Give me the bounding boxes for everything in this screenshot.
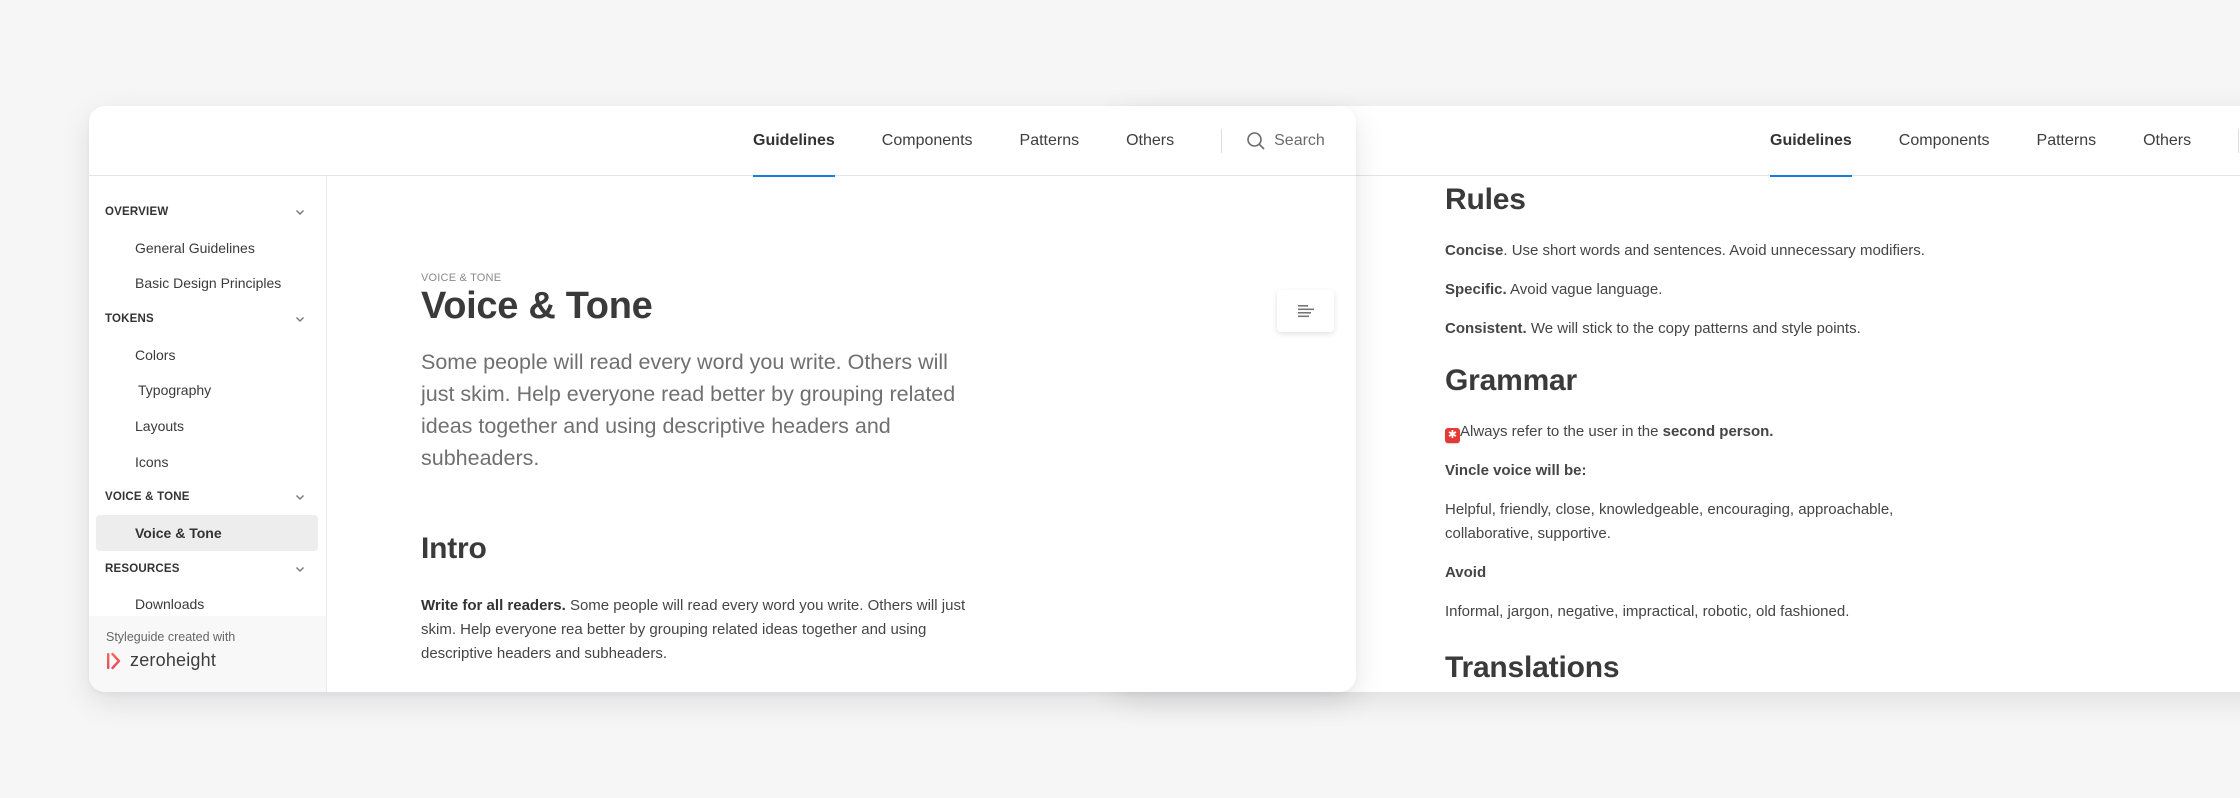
sidebar-item-colors[interactable]: Colors	[96, 337, 318, 373]
grammar-heading: Grammar	[1445, 364, 1578, 397]
chevron-down-icon	[296, 495, 304, 501]
rule-label: Concise	[1445, 242, 1504, 259]
page-title: Voice & Tone	[421, 285, 653, 327]
alert-bold: second person.	[1662, 423, 1774, 440]
tab-guidelines[interactable]: Guidelines	[1770, 106, 1852, 177]
section-label: VOICE & TONE	[105, 491, 190, 504]
rule-consistent: Consistent. We will stick to the copy pa…	[1445, 317, 2005, 341]
tab-components[interactable]: Components	[1899, 106, 1990, 176]
chevron-down-icon	[296, 209, 304, 215]
rule-label: Consistent.	[1445, 320, 1527, 337]
avoid-label-text: Avoid	[1445, 564, 1487, 581]
section-label: OVERVIEW	[105, 205, 169, 218]
tab-others[interactable]: Others	[1126, 106, 1174, 176]
translations-heading: Translations	[1445, 651, 1620, 684]
sidebar-section-overview[interactable]: OVERVIEW	[89, 194, 326, 230]
voice-label-text: Vincle voice will be:	[1445, 462, 1587, 479]
top-navigation: Guidelines Components Patterns Others Se…	[89, 106, 1356, 177]
tab-components[interactable]: Components	[882, 106, 973, 176]
footer-credit: Styleguide created with	[106, 630, 236, 644]
nav-tabs: Guidelines Components Patterns Others	[1770, 106, 2240, 177]
page-lead: Some people will read every word you wri…	[421, 349, 956, 470]
brand-name: zeroheight	[130, 650, 217, 670]
main-browser-panel: Guidelines Components Patterns Others Se…	[89, 106, 1356, 692]
sidebar-item-layouts[interactable]: Layouts	[96, 408, 318, 444]
sidebar-footer: Styleguide created with zeroheight	[89, 616, 326, 692]
voice-label: Vincle voice will be:	[1445, 459, 2005, 483]
sidebar-item-typography[interactable]: Typography	[96, 372, 318, 408]
rule-text: We will stick to the copy patterns and s…	[1526, 320, 1861, 337]
tab-patterns[interactable]: Patterns	[1020, 106, 1080, 176]
grammar-alert: ✱ Always refer to the user in the second …	[1445, 420, 2005, 444]
rule-text: Avoid vague language.	[1506, 281, 1663, 298]
nav-divider	[1221, 129, 1223, 153]
breadcrumb: VOICE & TONE	[421, 272, 502, 284]
avoid-traits: Informal, jargon, negative, impractical,…	[1445, 603, 1850, 620]
zeroheight-logo-icon	[107, 652, 121, 669]
nav-tabs: Guidelines Components Patterns Others Se…	[753, 106, 1325, 177]
sidebar: OVERVIEW General Guidelines Basic Design…	[89, 176, 327, 692]
rule-specific: Specific. Avoid vague language.	[1445, 278, 2005, 302]
sidebar-section-voice-tone[interactable]: VOICE & TONE	[89, 480, 326, 516]
rules-heading: Rules	[1445, 183, 1526, 216]
search-label: Search	[1274, 132, 1325, 149]
search-icon	[1246, 131, 1266, 151]
sidebar-item-general-guidelines[interactable]: General Guidelines	[96, 230, 318, 266]
alert-icon: ✱	[1445, 428, 1460, 443]
zeroheight-link[interactable]: zeroheight	[106, 650, 326, 671]
sidebar-item-voice-tone[interactable]: Voice & Tone	[96, 515, 318, 551]
sidebar-section-resources[interactable]: RESOURCES	[89, 551, 326, 587]
sidebar-section-tokens[interactable]: TOKENS	[89, 301, 326, 337]
rule-text: . Use short words and sentences. Avoid u…	[1503, 242, 1925, 259]
table-of-contents-button[interactable]	[1277, 290, 1334, 332]
rule-concise: Concise. Use short words and sentences. …	[1445, 239, 2005, 263]
intro-paragraph: Write for all readers. Some people will …	[421, 594, 966, 666]
intro-heading: Intro	[421, 531, 487, 565]
page-content: VOICE & TONE Voice & Tone Some people wi…	[327, 176, 1356, 692]
voice-traits: Helpful, friendly, close, knowledgeable,…	[1445, 501, 1894, 542]
nav-divider	[2238, 129, 2240, 153]
sidebar-item-basic-design-principles[interactable]: Basic Design Principles	[96, 265, 318, 301]
section-label: TOKENS	[105, 312, 154, 325]
avoid-label: Avoid	[1445, 561, 2005, 585]
rule-label: Specific.	[1445, 281, 1507, 298]
intro-bold: Write for all readers.	[421, 596, 566, 614]
tab-guidelines[interactable]: Guidelines	[753, 106, 835, 177]
tab-patterns[interactable]: Patterns	[2037, 106, 2097, 176]
sidebar-item-icons[interactable]: Icons	[96, 444, 318, 480]
search-button[interactable]: Search	[1246, 106, 1325, 176]
text-align-left-icon	[1297, 305, 1314, 318]
chevron-down-icon	[296, 566, 304, 572]
section-label: RESOURCES	[105, 562, 180, 575]
alert-text: Always refer to the user in the	[1460, 423, 1663, 440]
tab-others[interactable]: Others	[2143, 106, 2191, 176]
chevron-down-icon	[296, 316, 304, 322]
